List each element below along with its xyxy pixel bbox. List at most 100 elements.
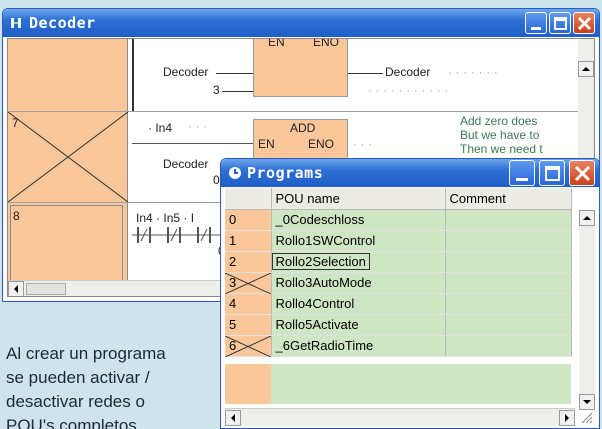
wire <box>216 73 253 74</box>
constant-label[interactable]: 0 <box>213 173 220 187</box>
table-header-row: POU name Comment <box>225 188 572 210</box>
table-row[interactable]: 1 Rollo1SWControl <box>225 230 572 252</box>
row-index: 3 <box>229 275 237 290</box>
fb-eno-label: ENO <box>313 38 340 49</box>
constant-label[interactable]: 3 <box>213 83 220 97</box>
comment-cell[interactable] <box>445 314 572 336</box>
comment-line: But we have to <box>460 128 540 142</box>
scroll-left-button[interactable] <box>225 410 241 426</box>
table-row[interactable]: 4 Rollo4Control <box>225 293 572 315</box>
rung-number-cell[interactable] <box>8 39 128 111</box>
pou-name-cell[interactable]: Rollo3AutoMode <box>271 272 446 294</box>
scroll-right-button[interactable] <box>559 410 575 426</box>
index-column-header[interactable] <box>225 188 272 210</box>
scroll-down-button[interactable] <box>579 394 595 410</box>
maximize-button[interactable] <box>549 12 571 34</box>
minimize-button[interactable] <box>525 12 547 34</box>
pou-name-cell[interactable]: _0Codeschloss <box>271 209 446 231</box>
scroll-up-button[interactable] <box>579 210 595 226</box>
wire <box>222 91 253 92</box>
maximize-button[interactable] <box>539 160 565 186</box>
wire <box>132 143 253 144</box>
comment-line: Then we need t <box>460 142 543 156</box>
table-row-selected[interactable]: 2 Rollo2Selection <box>225 251 572 273</box>
table-row-disabled[interactable]: 3 Rollo3AutoMode <box>225 272 572 294</box>
pou-name-cell-selected[interactable]: Rollo2Selection <box>271 251 446 273</box>
table-fill <box>271 364 571 404</box>
decoder-titlebar[interactable]: Decoder <box>3 9 599 37</box>
caption-line: desactivar redes o <box>6 392 145 411</box>
caption-text: Al crear un programa se pueden activar /… <box>6 342 210 429</box>
arrow-left-icon <box>231 414 235 422</box>
comment-cell[interactable] <box>445 293 572 315</box>
pou-name-column-header[interactable]: POU name <box>271 188 446 210</box>
caption-line: POU's completos. <box>6 416 142 429</box>
minimize-button[interactable] <box>509 160 535 186</box>
power-rail <box>132 39 134 111</box>
comment-cell[interactable] <box>445 272 572 294</box>
pou-name-cell[interactable]: Rollo4Control <box>271 293 446 315</box>
minimize-icon <box>516 178 528 181</box>
row-index-disabled[interactable]: 6 <box>225 335 272 357</box>
table-row-disabled[interactable]: 6 _6GetRadioTime <box>225 335 572 357</box>
pou-list[interactable]: POU name Comment 0 _0Codeschloss 1 Rollo… <box>225 188 595 428</box>
table-row[interactable]: 5 Rollo5Activate <box>225 314 572 336</box>
contact-label[interactable]: In4 · In5 · I <box>136 211 194 225</box>
fb-eno-label: ENO <box>308 137 335 151</box>
ladder-app-icon <box>11 18 21 28</box>
disabled-cross-icon <box>8 111 129 203</box>
comment-cell[interactable] <box>445 209 572 231</box>
row-index-disabled[interactable]: 3 <box>225 272 272 294</box>
programs-titlebar[interactable]: Programs <box>221 159 599 187</box>
selected-name: Rollo2Selection <box>271 253 370 270</box>
comment-cell[interactable] <box>445 251 572 273</box>
maximize-icon <box>545 166 560 181</box>
contact-label[interactable]: · In4 <box>148 121 172 135</box>
rung-number-cell-disabled[interactable]: 7 <box>8 111 129 203</box>
rung-number: 7 <box>12 116 19 130</box>
minimize-icon <box>531 27 541 30</box>
pou-name-cell[interactable]: Rollo1SWControl <box>271 230 446 252</box>
network-comment[interactable]: Add zero does But we have to Then we nee… <box>460 114 543 156</box>
scroll-left-button[interactable] <box>8 281 24 296</box>
programs-title: Programs <box>247 164 324 182</box>
output-variable-label[interactable]: Decoder <box>385 65 430 79</box>
comment-column-header[interactable]: Comment <box>445 188 572 210</box>
negated-contacts-icon[interactable] <box>132 225 228 245</box>
comment-cell[interactable] <box>445 230 572 252</box>
comment-cell[interactable] <box>445 335 572 357</box>
row-index: 4 <box>225 293 272 315</box>
pou-table: POU name Comment 0 _0Codeschloss 1 Rollo… <box>225 188 572 357</box>
input-variable-label[interactable]: Decoder <box>163 65 208 79</box>
horizontal-scrollbar[interactable] <box>225 408 575 426</box>
maximize-icon <box>554 17 567 30</box>
fb-en-label: EN <box>258 137 275 151</box>
input-variable-label[interactable]: Decoder <box>163 157 208 171</box>
pou-name-cell[interactable]: _6GetRadioTime <box>271 335 446 357</box>
resize-grip-icon[interactable] <box>579 410 593 424</box>
arrow-up-icon <box>582 67 590 71</box>
row-index: 0 <box>225 209 272 231</box>
pou-name-cell[interactable]: Rollo5Activate <box>271 314 446 336</box>
wire <box>348 73 383 74</box>
close-icon <box>577 16 592 31</box>
fb-type-label: ADD <box>290 121 316 135</box>
programs-window: Programs POU name Comment 0 _0Codeschlos… <box>220 158 600 429</box>
caption-line: Al crear un programa <box>6 344 166 363</box>
close-button[interactable] <box>569 160 595 186</box>
scroll-up-button[interactable] <box>578 61 594 77</box>
index-column-fill <box>225 364 271 404</box>
table-row[interactable]: 0 _0Codeschloss <box>225 209 572 231</box>
arrow-up-icon <box>583 216 591 220</box>
row-index: 6 <box>229 338 237 353</box>
fb-en-label: EN <box>268 38 285 49</box>
rung-number: 8 <box>13 209 20 223</box>
rung-separator <box>8 111 578 112</box>
close-button[interactable] <box>573 12 595 34</box>
row-index: 5 <box>225 314 272 336</box>
row-index: 1 <box>225 230 272 252</box>
close-icon <box>574 165 591 182</box>
scroll-thumb[interactable] <box>26 283 66 295</box>
arrow-down-icon <box>583 400 591 404</box>
vertical-scrollbar[interactable] <box>579 210 595 410</box>
